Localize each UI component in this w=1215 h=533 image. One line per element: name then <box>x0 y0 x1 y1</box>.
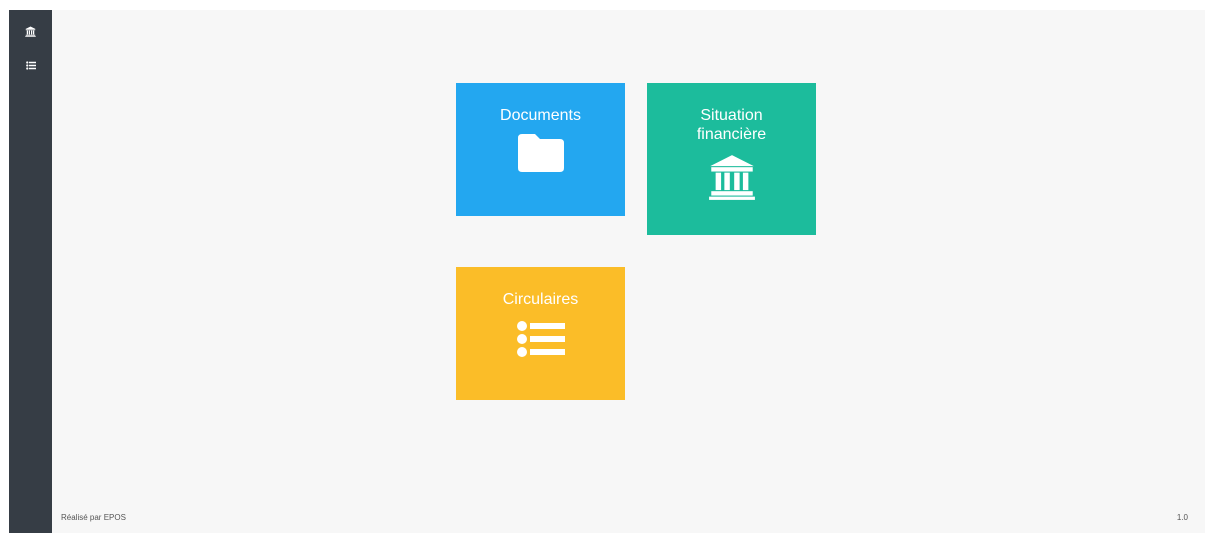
list-icon <box>25 60 36 70</box>
list-icon <box>456 320 625 358</box>
tile-title-line1: Situation <box>700 107 763 124</box>
app-frame: Documents Situation financière Circulair… <box>9 10 1205 533</box>
main-content: Documents Situation financière Circulair… <box>52 10 1205 533</box>
sidebar <box>9 10 52 533</box>
documents-tile[interactable]: Documents <box>456 83 625 216</box>
bank-icon <box>647 153 816 201</box>
sidebar-item-circulars[interactable] <box>9 50 52 80</box>
bank-icon <box>25 26 36 37</box>
circulars-tile[interactable]: Circulaires <box>456 267 625 400</box>
tile-title: Circulaires <box>502 291 579 308</box>
financial-situation-tile[interactable]: Situation financière <box>647 83 816 235</box>
folder-icon <box>456 134 625 172</box>
footer-credit: Réalisé par EPOS <box>61 513 126 522</box>
tile-title: Documents <box>500 107 581 124</box>
sidebar-item-financial-situation[interactable] <box>9 16 52 46</box>
footer-version: 1.0 <box>1176 513 1188 522</box>
tile-title-line2: financière <box>696 126 767 143</box>
